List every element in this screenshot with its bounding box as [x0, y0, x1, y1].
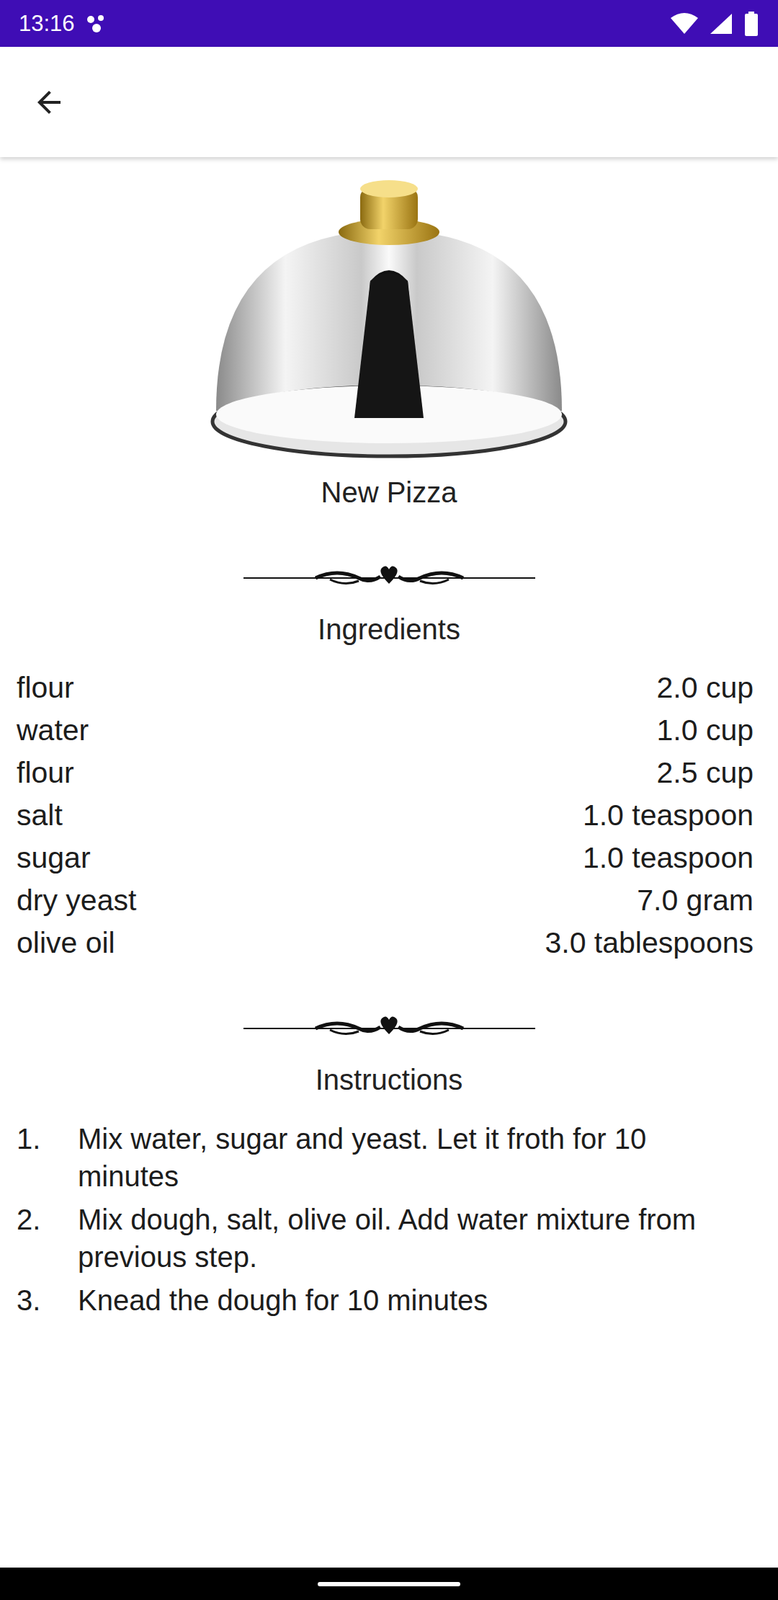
ingredient-row: olive oil 3.0 tablespoons: [16, 921, 754, 964]
ingredient-row: water 1.0 cup: [16, 708, 754, 752]
step-number: 2.: [16, 1200, 78, 1276]
status-bar: 13:16: [0, 0, 778, 47]
ingredient-name: salt: [16, 798, 63, 833]
navigation-bar: [0, 1566, 778, 1600]
back-arrow-icon: [31, 85, 67, 120]
step-number: 3.: [16, 1280, 78, 1319]
ornament-divider-icon: [243, 561, 536, 591]
ingredient-row: sugar 1.0 teaspoon: [16, 836, 754, 879]
ingredients-heading: Ingredients: [317, 610, 461, 647]
ingredient-row: salt 1.0 teaspoon: [16, 793, 754, 837]
ingredient-name: sugar: [16, 840, 91, 875]
status-time: 13:16: [18, 10, 75, 37]
ingredient-name: olive oil: [16, 925, 116, 960]
step-number: 1.: [16, 1119, 78, 1195]
back-button[interactable]: [27, 80, 71, 124]
step-text: Knead the dough for 10 minutes: [77, 1280, 750, 1319]
instructions-heading: Instructions: [315, 1061, 464, 1098]
ingredient-row: flour 2.5 cup: [16, 751, 754, 794]
step-text: Mix dough, salt, olive oil. Add water mi…: [77, 1200, 750, 1276]
ingredient-row: dry yeast 7.0 gram: [16, 878, 754, 922]
step-list: 1.Mix water, sugar and yeast. Let it fro…: [0, 1119, 778, 1319]
ingredient-name: flour: [16, 755, 75, 790]
recipe-screen: 13:16New PizzaIngredientsflour2.0 cupwat…: [0, 0, 778, 1600]
step-text: Mix water, sugar and yeast. Let it froth…: [77, 1119, 750, 1195]
ingredient-row: flour 2.0 cup: [16, 666, 754, 709]
notification-dots-icon: [85, 12, 110, 35]
ingredient-name: flour: [16, 670, 75, 705]
battery-icon: [743, 11, 760, 37]
recipe-title: New Pizza: [321, 474, 458, 511]
recipe-content: New Pizza Ingredients flour 2.0 cup water 1.0…: [0, 157, 778, 1567]
recipe-image: [210, 172, 569, 469]
ingredient-name: dry yeast: [16, 883, 137, 918]
ingredient-amount: 1.0 teaspoon: [582, 798, 754, 833]
ingredient-amount: 2.0 cup: [656, 670, 755, 705]
ingredient-amount: 3.0 tablespoons: [544, 925, 754, 960]
ingredient-amount: 1.0 teaspoon: [582, 840, 754, 875]
step-row: 2.Mix dough, salt, olive oil. Add water …: [16, 1200, 750, 1276]
ingredient-amount: 7.0 gram: [636, 883, 754, 918]
ornament-divider-icon: [243, 1012, 536, 1041]
ingredient-name: water: [16, 713, 89, 748]
app-bar: [0, 46, 778, 158]
ingredient-list: flour2.0 cupwater1.0 cupflour2.5 cupsalt…: [0, 666, 778, 964]
ingredient-amount: 2.5 cup: [656, 755, 755, 790]
wifi-icon: [669, 12, 699, 36]
home-handle[interactable]: [317, 1581, 461, 1586]
signal-icon: [708, 12, 734, 36]
step-row: 1.Mix water, sugar and yeast. Let it fro…: [16, 1119, 750, 1195]
step-row: 3.Knead the dough for 10 minutes: [16, 1280, 750, 1319]
ingredient-amount: 1.0 cup: [656, 713, 755, 748]
